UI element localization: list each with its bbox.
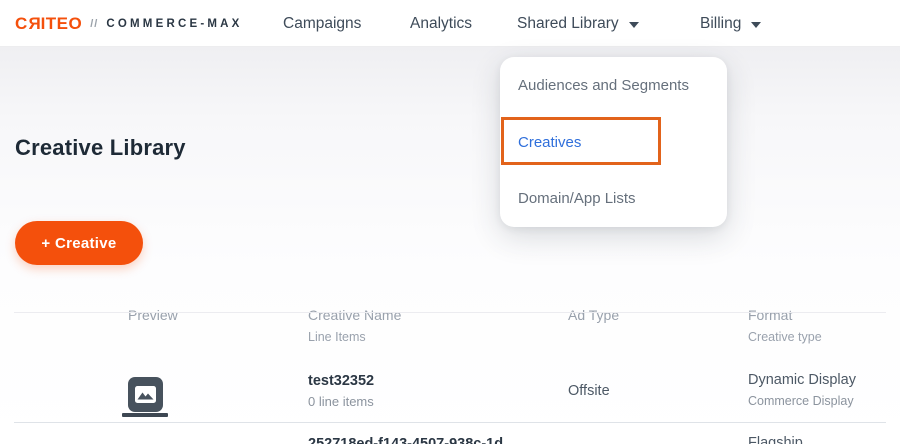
shared-library-dropdown-menu: Audiences and Segments Creatives Domain/…	[500, 57, 727, 227]
menu-item-creatives[interactable]: Creatives	[500, 114, 727, 171]
nav-item-campaigns[interactable]: Campaigns	[283, 0, 361, 47]
page-content: Creative Library + Creative Preview Crea…	[0, 47, 900, 444]
column-header-ad-type: Ad Type	[568, 307, 619, 323]
image-glyph	[135, 386, 156, 403]
creative-name: test32352	[308, 373, 374, 389]
column-header-creative-name: Creative Name	[308, 307, 401, 323]
format-value: Flagship	[748, 435, 803, 444]
menu-item-label: Domain/App Lists	[518, 190, 636, 207]
nav-label: Billing	[700, 15, 741, 33]
page-title: Creative Library	[15, 135, 186, 161]
criteo-commerce-max-logo: CRITEO // COMMERCE-MAX	[15, 0, 243, 47]
table-row-252718ed[interactable]: 252718ed-f143-4507-938c-1d… 0 line items…	[0, 423, 900, 444]
menu-item-label: Creatives	[518, 134, 581, 151]
top-navigation-bar: CRITEO // COMMERCE-MAX Campaigns Analyti…	[0, 0, 900, 47]
nav-item-analytics[interactable]: Analytics	[410, 0, 472, 47]
commerce-max-wordmark: COMMERCE-MAX	[106, 18, 242, 30]
thumbnail-underline-bar	[122, 413, 168, 417]
format-value: Dynamic Display	[748, 372, 856, 388]
logo-reversed-r: R	[28, 14, 41, 34]
add-creative-button[interactable]: + Creative	[15, 221, 143, 265]
caret-down-icon	[751, 22, 761, 28]
menu-item-audiences-and-segments[interactable]: Audiences and Segments	[500, 57, 727, 114]
line-items-count: 0 line items	[308, 394, 374, 409]
caret-down-icon	[629, 22, 639, 28]
table-header-row: Preview Creative Name Line Items Ad Type…	[0, 300, 900, 359]
nav-label: Campaigns	[283, 15, 361, 33]
column-header-format: Format	[748, 307, 792, 323]
nav-item-billing[interactable]: Billing	[700, 0, 761, 47]
menu-item-label: Audiences and Segments	[518, 77, 689, 94]
column-header-preview: Preview	[128, 307, 178, 323]
nav-item-shared-library[interactable]: Shared Library	[517, 0, 639, 47]
nav-label: Analytics	[410, 15, 472, 33]
criteo-brand-logo: CRITEO	[15, 14, 82, 34]
image-placeholder-icon	[128, 377, 163, 412]
logo-letters: ITEO	[41, 14, 83, 34]
logo-separator: //	[90, 18, 98, 30]
logo-letter: C	[15, 14, 28, 34]
creative-name: 252718ed-f143-4507-938c-1d…	[308, 436, 518, 444]
column-subheader-creative-type: Creative type	[748, 330, 822, 344]
column-subheader-line-items: Line Items	[308, 330, 366, 344]
menu-item-domain-app-lists[interactable]: Domain/App Lists	[500, 170, 727, 227]
nav-label: Shared Library	[517, 15, 619, 33]
creative-type-value: Commerce Display	[748, 394, 854, 408]
ad-type-value: Offsite	[568, 383, 610, 399]
table-row-test32352[interactable]: test32352 0 line items Offsite Dynamic D…	[0, 360, 900, 422]
header-divider	[14, 312, 886, 313]
